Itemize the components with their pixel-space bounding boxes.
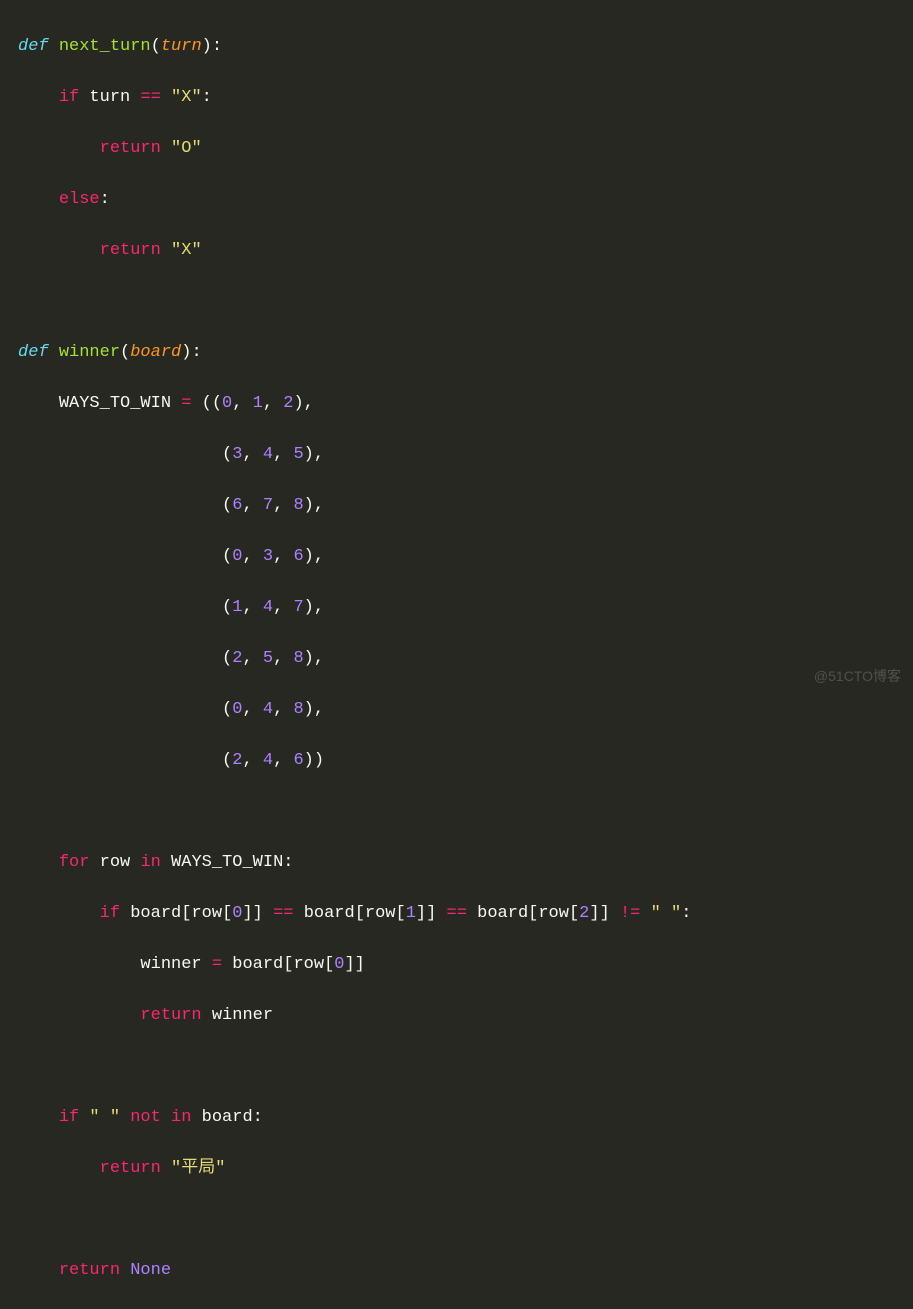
keyword-if: if <box>59 1108 79 1127</box>
code-line: (0, 3, 6), <box>18 544 913 570</box>
code-line: (0, 4, 8), <box>18 697 913 723</box>
keyword-return: return <box>140 1006 201 1025</box>
code-line-blank <box>18 1207 913 1233</box>
function-name: winner <box>59 343 120 362</box>
code-line: WAYS_TO_WIN = ((0, 1, 2), <box>18 391 913 417</box>
code-line: def winner(board): <box>18 340 913 366</box>
code-line: if board[row[0]] == board[row[1]] == boa… <box>18 901 913 927</box>
keyword-return: return <box>100 1159 161 1178</box>
code-line: return "X" <box>18 238 913 264</box>
code-line: else: <box>18 187 913 213</box>
keyword-in: in <box>140 853 160 872</box>
keyword-def: def <box>18 343 49 362</box>
keyword-return: return <box>59 1261 120 1280</box>
code-line: return winner <box>18 1003 913 1029</box>
code-line: return "O" <box>18 136 913 162</box>
code-line: if turn == "X": <box>18 85 913 111</box>
keyword-if: if <box>100 904 120 923</box>
code-line-blank <box>18 799 913 825</box>
keyword-none: None <box>130 1261 171 1280</box>
keyword-if: if <box>59 88 79 107</box>
code-line: return None <box>18 1258 913 1284</box>
keyword-return: return <box>100 139 161 158</box>
code-line-blank <box>18 1054 913 1080</box>
code-line: (3, 4, 5), <box>18 442 913 468</box>
keyword-not: not <box>130 1108 161 1127</box>
code-line: (2, 4, 6)) <box>18 748 913 774</box>
keyword-in: in <box>171 1108 191 1127</box>
code-line: (6, 7, 8), <box>18 493 913 519</box>
watermark-text: @51CTO博客 <box>814 666 901 687</box>
code-line: return "平局" <box>18 1156 913 1182</box>
keyword-def: def <box>18 37 49 56</box>
keyword-else: else <box>59 190 100 209</box>
code-line: winner = board[row[0]] <box>18 952 913 978</box>
code-editor-content[interactable]: def next_turn(turn): if turn == "X": ret… <box>0 8 913 1309</box>
parameter: turn <box>161 37 202 56</box>
keyword-return: return <box>100 241 161 260</box>
function-name: next_turn <box>59 37 151 56</box>
code-line: def next_turn(turn): <box>18 34 913 60</box>
keyword-for: for <box>59 853 90 872</box>
code-line: for row in WAYS_TO_WIN: <box>18 850 913 876</box>
code-line: (1, 4, 7), <box>18 595 913 621</box>
code-line-blank <box>18 289 913 315</box>
code-line: (2, 5, 8), <box>18 646 913 672</box>
code-line: if " " not in board: <box>18 1105 913 1131</box>
parameter: board <box>130 343 181 362</box>
